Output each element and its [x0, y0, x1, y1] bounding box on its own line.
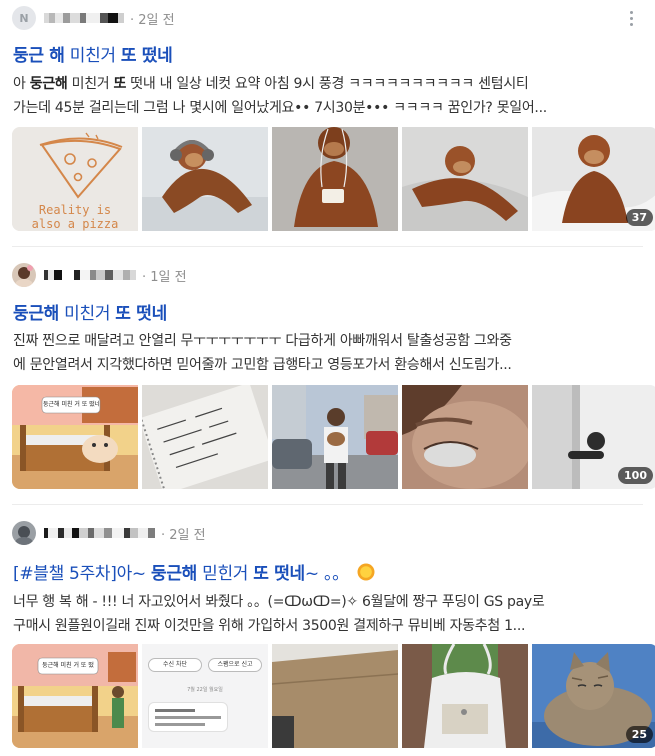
thumbnail-eye-closeup[interactable] [402, 385, 528, 489]
thumbnail-person-with-dog[interactable] [272, 385, 398, 489]
thumbnail-orangutan-phone[interactable] [272, 127, 398, 231]
pizza-caption: Reality is also a pizza [31, 203, 119, 231]
thumbnail-chat-screenshot[interactable]: 수신 차단 스팸으로 신고 7월 22일 월요일 [142, 644, 268, 748]
thumbnail-plastic-bag[interactable] [402, 644, 528, 748]
thumbnail-orangutan-bed[interactable] [402, 127, 528, 231]
author-avatar[interactable]: N [12, 6, 36, 30]
thumbnail-strip: 둥근해 미친 거 또 떴 수신 차단 스팸으로 신고 7월 22일 월요일 25 [12, 644, 655, 748]
post-meta: · 2일 전 [12, 521, 206, 545]
author-name-blurred[interactable] [44, 526, 155, 540]
image-count-badge: 25 [625, 726, 653, 743]
speech-bubble-text: 둥근해 미친 거 또 떴 [42, 662, 94, 669]
chat-message-bubble [148, 702, 228, 732]
thumbnail-door-handle[interactable]: 100 [532, 385, 655, 489]
thumbnail-orangutan-headphones[interactable] [142, 127, 268, 231]
thumbnail-strip: 둥근해 미친 거 또 떴네 100 [12, 385, 655, 489]
post-snippet[interactable]: 진짜 찐으로 매달려고 안열리 무ㅜㅜㅜㅜㅜㅜㅜ 다급하게 아빠깨워서 탈출성공… [13, 329, 643, 377]
author-avatar[interactable] [12, 521, 36, 545]
thumbnail-cartoon-bedroom-2[interactable]: 둥근해 미친 거 또 떴 [12, 644, 138, 748]
thumbnail-pizza-drawing[interactable]: Reality is also a pizza [12, 127, 138, 231]
post-time: · 2일 전 [130, 12, 175, 28]
sun-icon [356, 562, 376, 582]
divider [12, 246, 643, 247]
post-title[interactable]: [#블챌 5주차]아~ 둥근해 믿힌거 또 떳네~ 。。 [13, 559, 376, 584]
post-snippet[interactable]: 아 둥근해 미친거 또 떳내 내 일상 네컷 요약 아침 9시 풍경 ㅋㅋㅋㅋㅋ… [13, 72, 643, 120]
image-count-badge: 37 [625, 209, 653, 226]
post-meta: N · 2일 전 [12, 6, 175, 30]
thumbnail-orangutan-sheets[interactable]: 37 [532, 127, 655, 231]
author-name-blurred[interactable] [44, 268, 136, 282]
author-avatar[interactable] [12, 263, 36, 287]
image-count-badge: 100 [618, 467, 653, 484]
post-time: · 2일 전 [161, 527, 206, 543]
thumbnail-cartoon-bedroom[interactable]: 둥근해 미친 거 또 떴네 [12, 385, 138, 489]
chat-report-button: 스팸으로 신고 [208, 658, 262, 672]
divider [12, 504, 643, 505]
speech-bubble-text: 둥근해 미친 거 또 떴네 [43, 401, 99, 408]
post-time: · 1일 전 [142, 269, 187, 285]
thumbnail-cardboard-box[interactable] [272, 644, 398, 748]
chat-block-button: 수신 차단 [148, 658, 202, 672]
author-name-blurred[interactable] [44, 11, 124, 25]
post-title[interactable]: 둥근 해 미친거 또 떴네 [13, 41, 173, 66]
chat-date: 7월 22일 월요일 [187, 687, 223, 693]
post-title[interactable]: 둥근해 미친거 또 떳네 [13, 299, 167, 324]
post-snippet[interactable]: 너무 행 복 해 - !!! 너 자고있어서 봐줬다 。。(=ↀωↀ=)✧ 6월… [13, 590, 643, 638]
post-meta: · 1일 전 [12, 263, 187, 287]
thumbnail-strip: Reality is also a pizza 37 [12, 127, 655, 231]
thumbnail-handwritten-notes[interactable] [142, 385, 268, 489]
thumbnail-cat[interactable]: 25 [532, 644, 655, 748]
more-options-button[interactable] [621, 6, 641, 30]
